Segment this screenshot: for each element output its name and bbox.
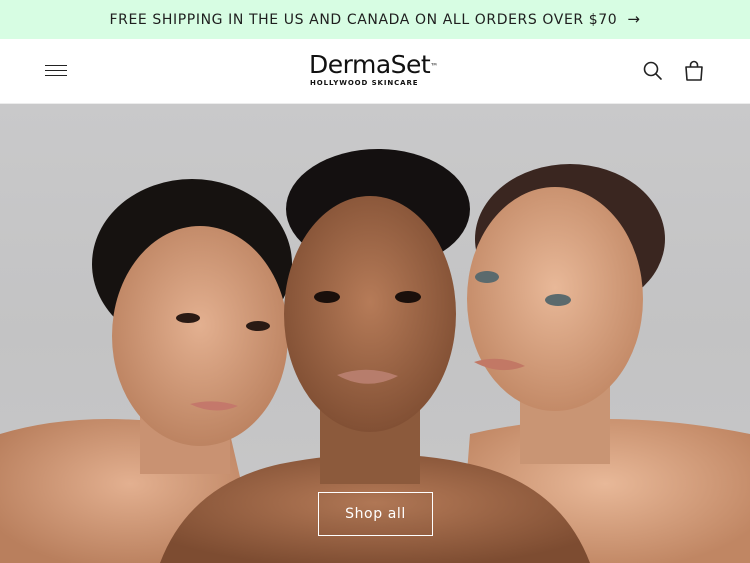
site-header: DermaSet™ HOLLYWOOD SKINCARE — [0, 39, 750, 104]
logo-trademark: ™ — [430, 62, 438, 71]
arrow-right-icon[interactable]: → — [627, 12, 640, 27]
model-left-face — [112, 226, 288, 446]
logo-tagline: HOLLYWOOD SKINCARE — [310, 79, 419, 87]
logo-name: DermaSet — [309, 50, 431, 79]
announcement-bar[interactable]: FREE SHIPPING IN THE US AND CANADA ON AL… — [0, 0, 750, 39]
search-icon[interactable] — [641, 59, 665, 83]
shop-all-button[interactable]: Shop all — [318, 492, 433, 536]
hamburger-menu-icon[interactable] — [45, 61, 67, 81]
cart-icon[interactable] — [681, 58, 707, 84]
logo[interactable]: DermaSet™ HOLLYWOOD SKINCARE — [309, 50, 449, 88]
model-middle-face — [284, 196, 456, 432]
announcement-text[interactable]: FREE SHIPPING IN THE US AND CANADA ON AL… — [110, 12, 618, 28]
